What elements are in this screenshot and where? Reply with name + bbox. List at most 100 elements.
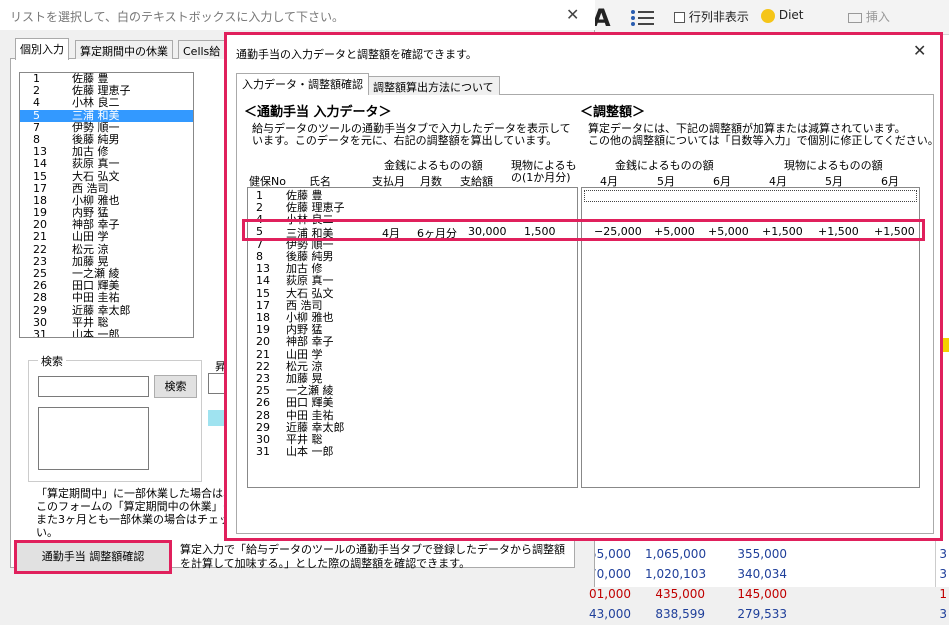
list-icon[interactable] [630,8,656,31]
employee-name: 大石 弘文 [72,169,120,183]
sheet-cell[interactable]: 70,000 [589,567,631,581]
tab-adjustment-method[interactable]: 調整額算出方法について [367,76,500,95]
sheet-row[interactable]: 55,000 1,065,000 355,000 3 [585,547,947,565]
commute-adjustment-confirm-button[interactable]: 通勤手当 調整額確認 [14,540,172,574]
employee-no: 29 [33,303,47,317]
close-icon[interactable]: ✕ [566,5,579,24]
search-input[interactable] [38,376,149,397]
employee-no: 25 [33,267,47,280]
dialog-title: 通勤手当の入力データと調整額を確認できます。 [236,48,477,61]
commute-allowance-dialog: 通勤手当の入力データと調整額を確認できます。 ✕ 入力データ・調整額確認 調整額… [224,32,943,541]
insert-button[interactable]: 挿入 [848,8,890,25]
row-no: 23 [256,372,270,385]
sheet-cell[interactable]: 3 [937,547,947,561]
employee-no: 19 [33,206,47,220]
employee-no: 22 [33,242,47,256]
sheet-row[interactable]: 43,000 838,599 279,533 3 [585,607,947,625]
row-no: 26 [256,396,270,410]
row-name: 一之瀬 綾 [286,384,334,398]
sheet-cell[interactable]: 1 [937,587,947,601]
sheet-cell[interactable]: 145,000 [733,587,787,601]
row-no: 28 [256,408,270,422]
row-no: 1 [256,189,263,202]
insert-icon [848,12,862,23]
list-item[interactable]: 28 中田 圭祐 [20,292,193,304]
employee-list[interactable]: 1 佐藤 豊 2 佐藤 理恵子 4 小林 良二 5 三浦 和美 7 伊勢 順一 8 後藤 純男 13 加古… [19,72,194,338]
list-item[interactable]: 15 大石 弘文 [20,169,193,183]
list-item[interactable]: 21 山田 学 [20,231,193,243]
employee-no: 17 [33,181,47,195]
employee-no: 26 [33,279,47,293]
sheet-cell[interactable]: 43,000 [589,607,631,621]
list-item[interactable]: 4 小林 良二 [20,97,193,109]
row-name: 荻原 真一 [286,274,334,288]
employee-name: 中田 圭祐 [72,291,120,305]
employee-name: 平井 聡 [72,315,109,329]
sheet-cell[interactable]: 01,000 [589,587,631,601]
sheet-cell[interactable]: 3 [937,567,947,581]
close-icon[interactable]: ✕ [913,41,926,60]
right-money-header: 金銭によるものの額 [615,159,714,172]
sheet-cell[interactable]: 3 [937,607,947,621]
employee-no: 18 [33,193,47,207]
hide-rows-label: 行列非表示 [688,10,749,24]
row-name: 神部 幸子 [286,335,334,349]
employee-no: 30 [33,315,47,329]
row-no: 25 [256,384,270,398]
employee-no: 20 [33,218,47,232]
search-button[interactable]: 検索 [154,375,197,398]
search-results-list[interactable] [38,407,149,470]
employee-name: 山本 一郎 [72,327,120,338]
row-no: 13 [256,262,270,276]
row-no: 14 [256,274,270,288]
employee-no: 1 [33,72,40,85]
diet-button[interactable]: Diet [761,8,804,23]
tab-individual-input[interactable]: 個別入力 [15,38,69,60]
right-goods-header: 現物によるものの額 [784,159,883,172]
checkbox-icon [674,12,685,23]
tab-cells[interactable]: Cells給 [178,40,226,59]
employee-no: 15 [33,169,47,183]
search-legend: 検索 [38,353,66,369]
tab-input-data-check[interactable]: 入力データ・調整額確認 [236,73,369,95]
tab-leave-during-period[interactable]: 算定期間中の休業 [75,40,173,59]
list-item[interactable]: 14 荻原 真一 [20,158,193,170]
employee-name: 一之瀬 綾 [72,267,120,280]
sheet-cell[interactable]: 435,000 [645,587,705,601]
row-name: 西 浩司 [286,298,323,312]
sheet-row[interactable]: 01,000 435,000 145,000 1 [585,587,947,605]
sheet-cell[interactable]: 340,034 [733,567,787,581]
insert-label: 挿入 [865,10,890,24]
employee-no: 8 [33,132,40,146]
row-no: 21 [256,347,270,361]
left-desc-2: います。このデータを元に、右記の調整額を算出しています。 [252,134,558,147]
row-name: 中田 圭祐 [286,408,334,422]
adjustment-empty-row [584,190,917,202]
sheet-cell[interactable]: 1,065,000 [645,547,706,561]
employee-name: 伊勢 順一 [72,120,120,134]
outer-hint: リストを選択して、白のテキストボックスに入力して下さい。 [10,10,344,24]
right-desc-2: この他の調整額については「日数等入力」で個別に修正してください。 [588,134,939,147]
sheet-row[interactable]: 70,000 1,020,103 340,034 3 [585,567,947,585]
employee-name: 松元 涼 [72,242,109,256]
list-item[interactable]: 31 山本 一郎 [20,327,193,338]
sheet-cell[interactable]: 355,000 [733,547,787,561]
sheet-cell[interactable]: 838,599 [645,607,705,621]
row-no: 31 [256,445,270,459]
hide-rows-checkbox[interactable]: 行列非表示 [674,8,749,25]
smiley-icon [761,8,775,23]
employee-no: 5 [33,108,40,122]
row-name: 松元 涼 [286,359,323,373]
list-item[interactable]: 29 近藤 幸太郎 [20,303,193,317]
sheet-cell[interactable]: 279,533 [733,607,787,621]
list-item[interactable]: 5 三浦 和美 [20,108,193,122]
row-name: 大石 弘文 [286,286,334,300]
list-item[interactable]: 22 松元 涼 [20,242,193,256]
col-goods-header-2: の(1か月分) [511,171,571,184]
employee-name: 近藤 幸太郎 [72,303,131,317]
row-no: 15 [256,286,270,300]
row-no: 8 [256,250,263,263]
row-no: 30 [256,433,270,446]
sheet-cell[interactable]: 55,000 [589,547,631,561]
sheet-cell[interactable]: 1,020,103 [645,567,706,581]
